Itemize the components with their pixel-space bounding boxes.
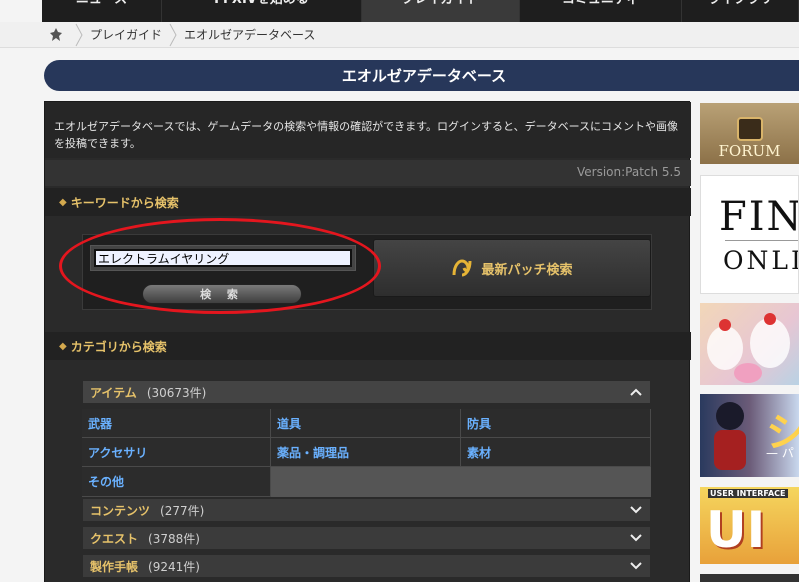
page-title: エオルゼアデータベース [44,60,799,91]
category-contents[interactable]: コンテンツ (277件) [82,498,651,522]
item-subcategory-grid: 武器 道具 防具 アクセサリ 薬品・調理品 素材 その他 [82,409,651,497]
keyword-search-input[interactable] [94,249,352,267]
nav-tab-library[interactable]: ライブラリ [682,0,799,22]
home-crest-icon[interactable] [44,23,68,47]
database-panel: エオルゼアデータベースでは、ゲームデータの検索や情報の確認ができます。ログインす… [44,101,691,582]
top-nav: ニュース FFXIVを始める プレイガイド コミュニティ ライブラリ [0,0,799,22]
nav-tab-start[interactable]: FFXIVを始める [162,0,362,22]
subcategory-medicine-meals[interactable]: 薬品・調理品 [271,438,461,467]
version-label: Version:Patch 5.5 [45,160,691,186]
user-interface-banner[interactable]: USER INTERFACE UI [700,487,799,564]
category-recipe-book[interactable]: 製作手帳 (9241件) [82,554,651,578]
subcategory-other[interactable]: その他 [82,467,271,497]
subcategory-weapons[interactable]: 武器 [82,409,271,438]
category-quest[interactable]: クエスト (3788件) [82,526,651,550]
chevron-down-icon [630,562,642,570]
diamond-bullet-icon: ◆ [59,340,67,352]
patch-logo-icon [452,259,472,277]
search-button[interactable]: 検 索 [142,284,302,304]
nav-tab-news[interactable]: ニュース [42,0,162,22]
forum-banner[interactable]: FORUM [700,103,799,164]
nav-tab-community[interactable]: コミュニティ [520,0,682,22]
subcategory-tools[interactable]: 道具 [271,409,461,438]
keyword-search-heading: ◆ キーワードから検索 [45,188,691,216]
breadcrumb-current: エオルゼアデータベース [184,28,316,42]
breadcrumb: プレイガイド エオルゼアデータベース [0,22,799,48]
subcategory-materials[interactable]: 素材 [461,438,651,467]
forum-emblem-icon [736,117,763,141]
breadcrumb-playguide[interactable]: プレイガイド [90,26,162,43]
chevron-down-icon [630,534,642,542]
ffxiv-online-banner[interactable]: FINAL ONLI [700,175,799,294]
chocobo-event-banner[interactable] [700,303,799,385]
collab-event-banner[interactable]: シ — パ [700,394,799,477]
subcategory-armor[interactable]: 防具 [461,409,651,438]
next-banner[interactable] [700,574,799,582]
diamond-bullet-icon: ◆ [59,196,67,208]
breadcrumb-separator-icon [75,23,83,46]
category-item[interactable]: アイテム (30673件) [82,380,651,404]
category-search-heading: ◆ カテゴリから検索 [45,332,691,360]
keyword-search-box: 検 索 最新パッチ検索 [82,234,652,310]
keyword-input-frame [90,245,356,271]
intro-text: エオルゼアデータベースでは、ゲームデータの検索や情報の確認ができます。ログインす… [45,102,691,158]
subcategory-accessories[interactable]: アクセサリ [82,438,271,467]
breadcrumb-separator-icon [169,23,177,46]
event-illustration-icon [707,313,790,383]
chevron-down-icon [630,506,642,514]
character-illustration-icon [714,402,746,470]
chevron-up-icon [630,388,642,396]
nav-tab-playguide[interactable]: プレイガイド [362,0,520,22]
latest-patch-search-button[interactable]: 最新パッチ検索 [373,239,651,297]
